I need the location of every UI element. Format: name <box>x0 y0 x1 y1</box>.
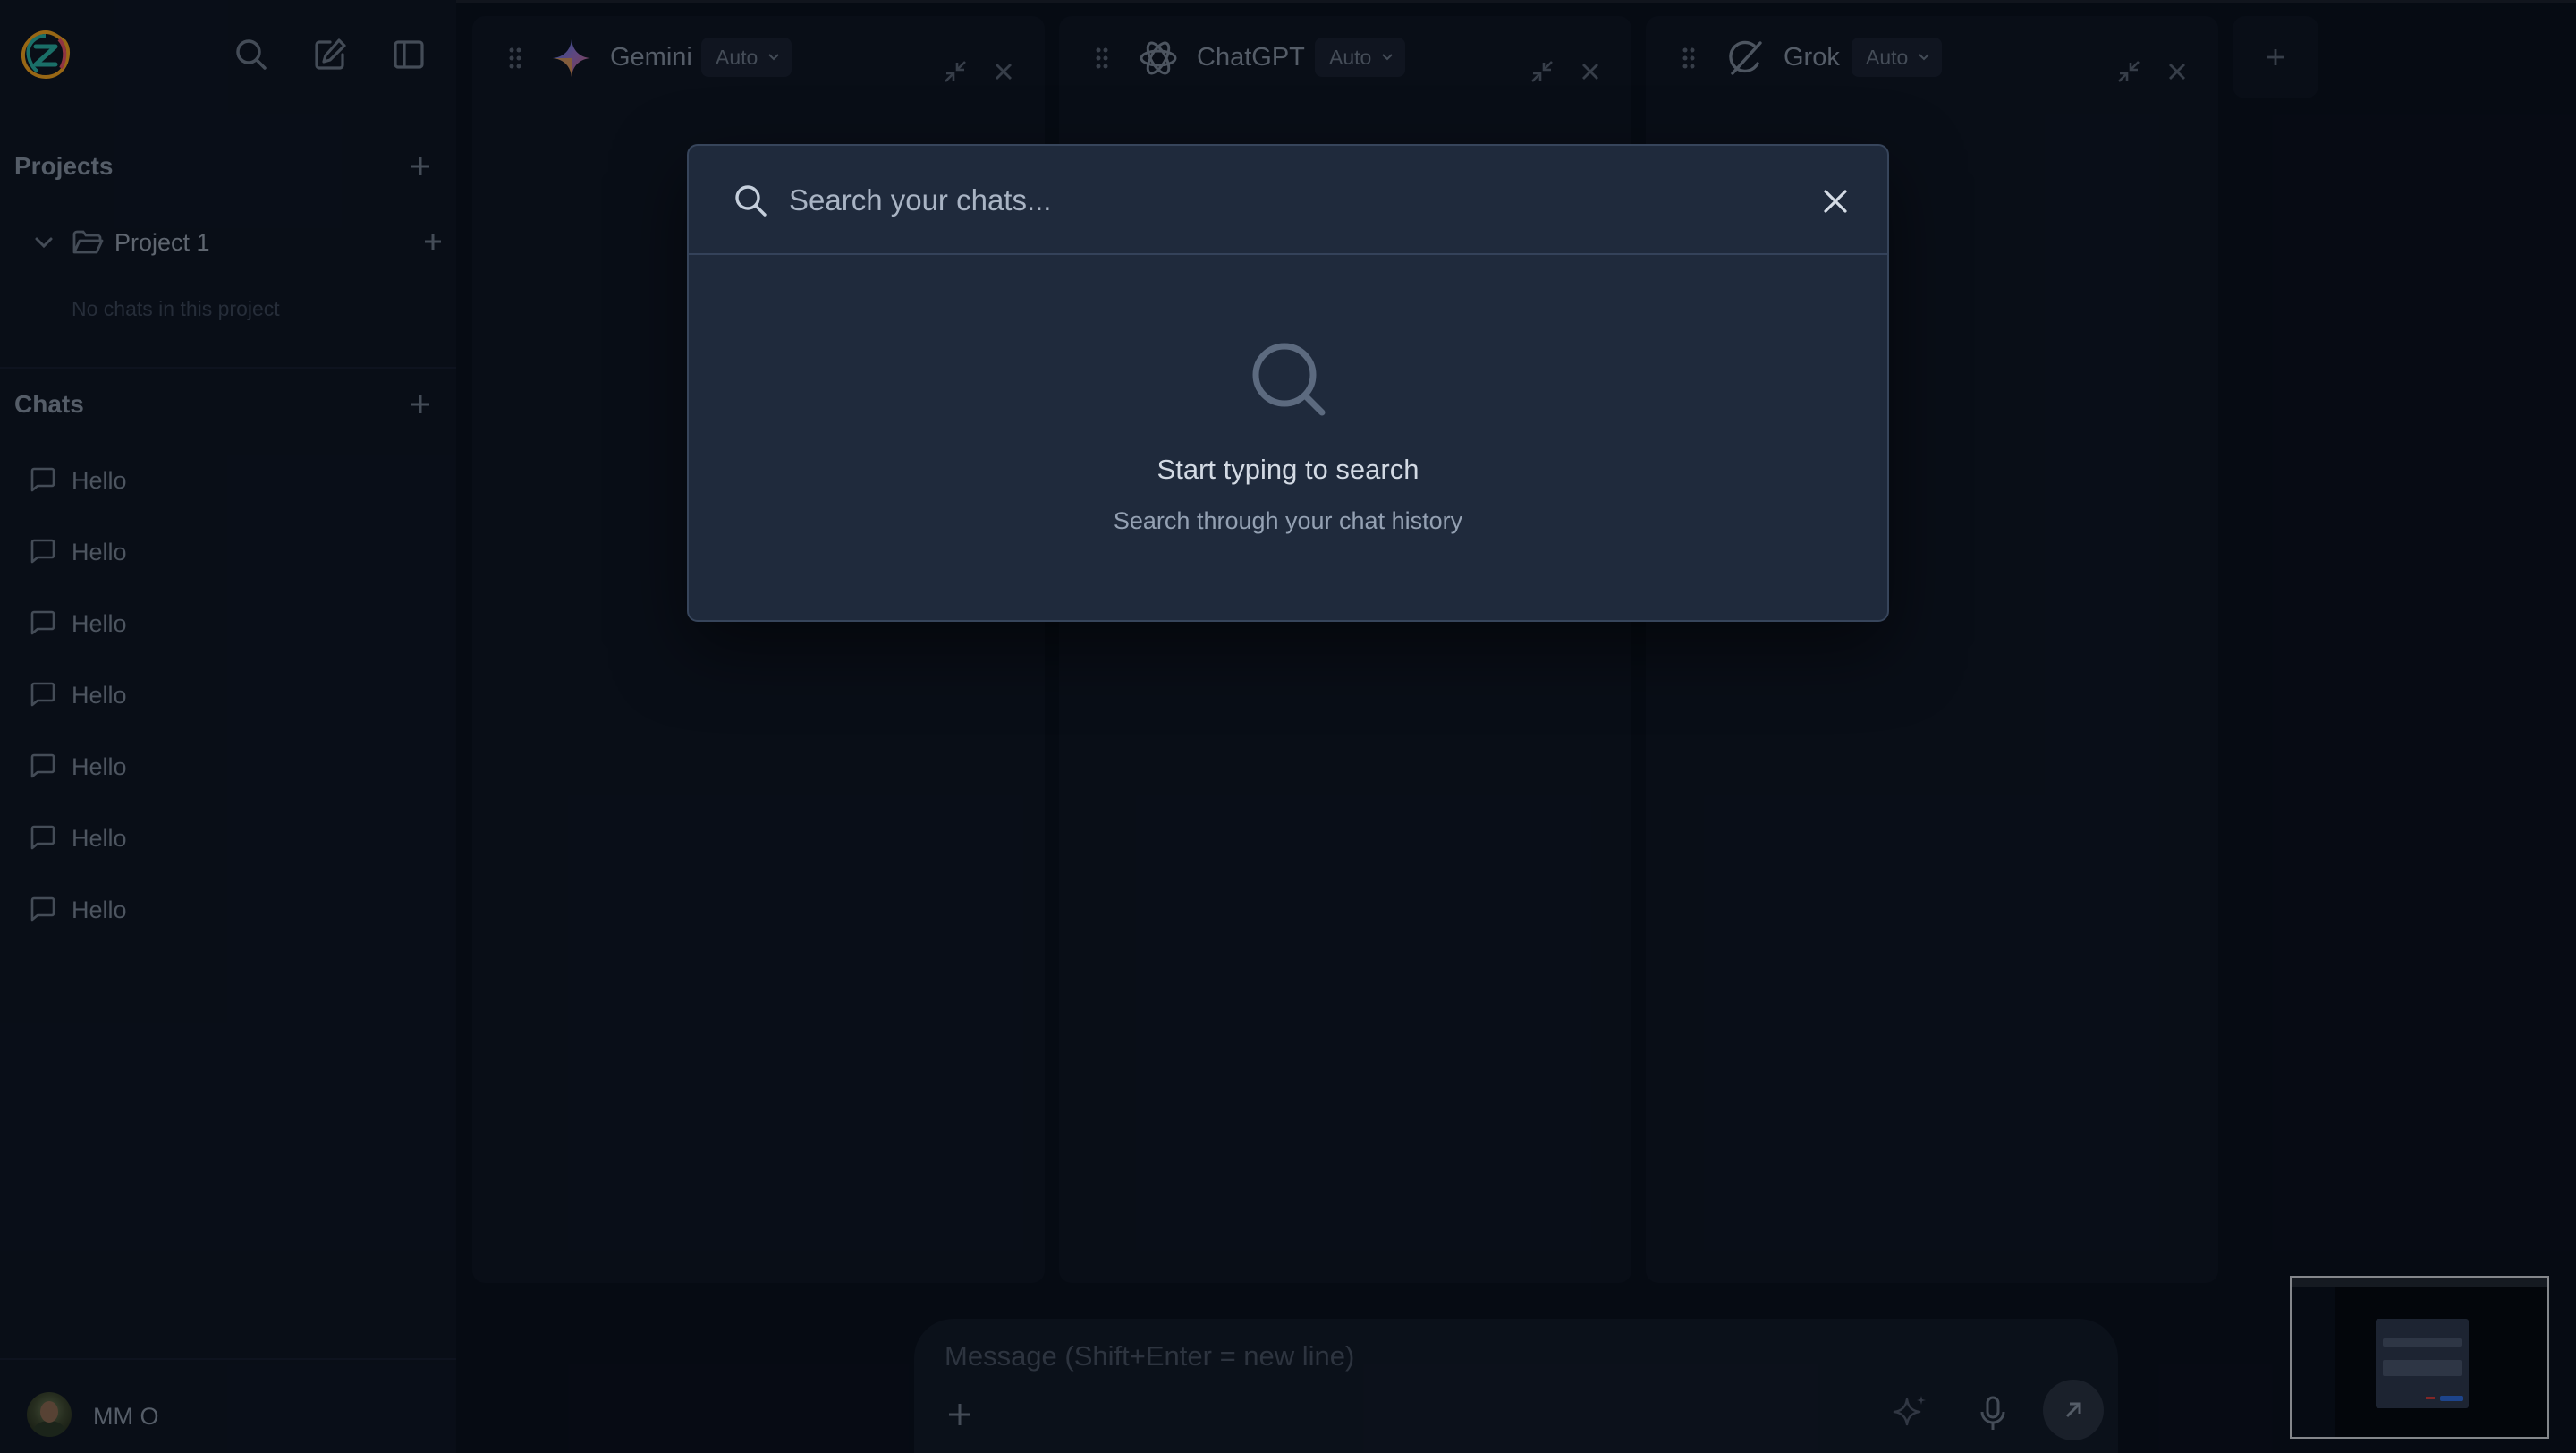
search-chats-input[interactable] <box>789 171 1755 230</box>
search-icon <box>735 185 767 217</box>
close-icon <box>1824 190 1847 213</box>
empty-state-title: Start typing to search <box>1157 454 1419 485</box>
close-search-button[interactable] <box>1818 183 1853 219</box>
search-empty-state-icon <box>1252 343 1326 416</box>
search-modal-header <box>689 146 1887 255</box>
search-chats-modal: Start typing to search Search through yo… <box>687 144 1889 622</box>
empty-state-subtitle: Search through your chat history <box>1113 507 1463 534</box>
